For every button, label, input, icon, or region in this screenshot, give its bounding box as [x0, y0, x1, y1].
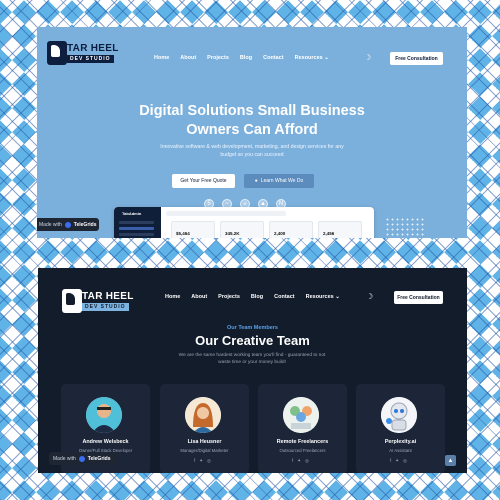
- telegrids-icon: [64, 221, 71, 228]
- avatar: [185, 397, 221, 433]
- team-member-card: Lisa Heusner Manager/Digital Marketer f✦…: [160, 384, 249, 473]
- team-subtitle: We are the same hardest working team you…: [178, 353, 326, 365]
- brand-logo[interactable]: TAR HEEL DEV STUDIO: [47, 39, 118, 69]
- social-links: f✦◎: [258, 458, 347, 464]
- top-navbar: TAR HEEL DEV STUDIO Home About Projects …: [37, 27, 467, 89]
- made-with-brand: TeleGrids: [73, 221, 97, 228]
- hero-subtitle: Innovative software & web development, m…: [160, 144, 344, 158]
- nav-item-resources[interactable]: Resources ⌄: [306, 294, 340, 300]
- hero-title-line1: Digital Solutions Small Business: [139, 103, 365, 119]
- dashboard-sidebar: TabAdmin: [114, 207, 161, 238]
- dot-pattern: [385, 217, 425, 238]
- social-links: f✦◎: [356, 458, 445, 464]
- avatar: [381, 397, 417, 433]
- nav-item-projects[interactable]: Projects: [207, 55, 229, 61]
- hero-title-line2: Owners Can Afford: [186, 122, 318, 138]
- dashboard-app-name: TabAdmin: [122, 211, 142, 216]
- sidebar-row: [119, 233, 154, 236]
- stat-card: 345.2K: [220, 221, 264, 238]
- tar-heel-logo-icon: [62, 289, 82, 313]
- nav-item-resources-label: Resources: [294, 55, 323, 61]
- member-name: Lisa Heusner: [187, 439, 222, 445]
- instagram-icon[interactable]: ◎: [305, 458, 313, 463]
- sidebar-row: [119, 221, 154, 224]
- brand-tagline: DEV STUDIO: [82, 303, 129, 311]
- twitter-icon[interactable]: ✦: [199, 458, 207, 463]
- github-icon: ●: [254, 178, 258, 184]
- twitter-icon[interactable]: ✦: [395, 458, 403, 463]
- chevron-down-icon: ⌄: [335, 294, 340, 300]
- stat-card: 2,456: [318, 221, 362, 238]
- member-name: Remote Freelancers: [276, 439, 329, 445]
- learn-what-we-do-label: Learn What We Do: [260, 178, 304, 184]
- brand-name: TAR HEEL: [82, 291, 134, 302]
- member-name: Perplexity.ai: [384, 439, 417, 445]
- learn-what-we-do-button[interactable]: ● Learn What We Do: [244, 174, 314, 188]
- nav-links: Home About Projects Blog Contact Resourc…: [165, 294, 340, 300]
- member-role: Outsourced Freelancers: [279, 448, 326, 453]
- stat-value: $5,464: [176, 231, 190, 236]
- nav-item-resources[interactable]: Resources ⌄: [295, 55, 329, 61]
- member-role: AI Assistant: [389, 448, 412, 453]
- nav-item-about[interactable]: About: [191, 294, 207, 300]
- made-with-badge[interactable]: Made with TeleGrids: [49, 452, 118, 465]
- nav-item-blog[interactable]: Blog: [251, 294, 263, 300]
- made-with-brand: TeleGrids: [87, 455, 111, 462]
- moon-icon[interactable]: ☽: [364, 53, 371, 62]
- avatar: [283, 397, 319, 433]
- member-name: Andrew Welsbeck: [82, 439, 129, 445]
- stat-value: 2,456: [323, 231, 335, 236]
- free-consultation-button[interactable]: Free Consultation: [390, 52, 443, 65]
- hero-title: Digital Solutions Small Business Owners …: [37, 102, 467, 140]
- member-role: Manager/Digital Marketer: [180, 448, 229, 453]
- social-links: f✦◎: [160, 458, 249, 464]
- made-with-prefix: Made with: [39, 221, 62, 228]
- team-member-card: Perplexity.ai AI Assistant f✦◎: [356, 384, 445, 473]
- nav-item-contact[interactable]: Contact: [274, 294, 294, 300]
- nav-item-about[interactable]: About: [180, 55, 196, 61]
- team-member-card: Remote Freelancers Outsourced Freelancer…: [258, 384, 347, 473]
- chevron-down-icon: ⌄: [324, 55, 329, 61]
- team-label: Our Team Members: [227, 325, 278, 331]
- instagram-icon[interactable]: ◎: [403, 458, 411, 463]
- brand-logo[interactable]: TAR HEEL DEV STUDIO: [62, 287, 133, 317]
- free-consultation-button[interactable]: Free Consultation: [394, 291, 443, 304]
- twitter-icon[interactable]: ✦: [297, 458, 305, 463]
- nav-item-contact[interactable]: Contact: [263, 55, 283, 61]
- moon-icon[interactable]: ☽: [366, 292, 373, 301]
- instagram-icon[interactable]: ◎: [207, 458, 215, 463]
- stat-card: 2,400: [269, 221, 313, 238]
- made-with-badge[interactable]: Made with TeleGrids: [37, 218, 99, 231]
- stat-value: 345.2K: [225, 231, 240, 236]
- dashboard-search: [166, 211, 286, 216]
- brand-tagline: DEV STUDIO: [67, 55, 114, 63]
- hero-screenshot: TAR HEEL DEV STUDIO Home About Projects …: [37, 27, 467, 238]
- avatar: [86, 397, 122, 433]
- get-free-quote-button[interactable]: Get Your Free Quote: [172, 174, 235, 188]
- nav-item-resources-label: Resources: [305, 294, 334, 300]
- stat-card: $5,464: [171, 221, 215, 238]
- brand-name: TAR HEEL: [67, 43, 119, 54]
- nav-item-projects[interactable]: Projects: [218, 294, 240, 300]
- arrow-up-icon: ▲: [447, 457, 454, 464]
- made-with-prefix: Made with: [53, 455, 76, 462]
- sidebar-row: [119, 227, 154, 230]
- team-title: Our Creative Team: [195, 333, 310, 348]
- nav-links: Home About Projects Blog Contact Resourc…: [154, 55, 329, 61]
- telegrids-icon: [78, 455, 85, 462]
- scroll-to-top-button[interactable]: ▲: [445, 455, 456, 466]
- stat-value: 2,400: [274, 231, 286, 236]
- team-screenshot: TAR HEEL DEV STUDIO Home About Projects …: [38, 268, 467, 473]
- nav-item-home[interactable]: Home: [165, 294, 180, 300]
- dashboard-preview: TabAdmin $5,464 345.2K 2,400 2,456: [114, 207, 374, 238]
- nav-item-blog[interactable]: Blog: [240, 55, 252, 61]
- tar-heel-logo-icon: [47, 41, 67, 65]
- nav-item-home[interactable]: Home: [154, 55, 169, 61]
